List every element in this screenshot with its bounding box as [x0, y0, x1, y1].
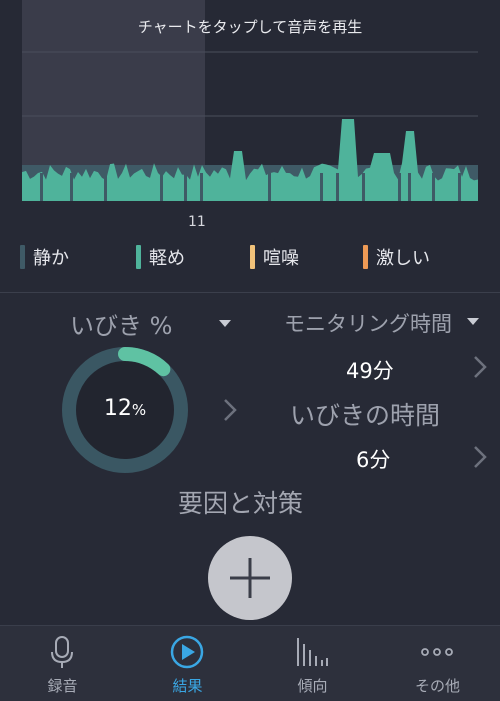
- quiet-gap-bar: [320, 173, 323, 201]
- quiet-gap-bar: [268, 173, 271, 201]
- quiet-gap-bar: [432, 173, 435, 201]
- legend-swatch-light: [136, 245, 141, 269]
- quiet-gap-bar: [408, 173, 411, 201]
- snore-percent-number: 12: [103, 396, 132, 421]
- snore-percent-title[interactable]: いびき %: [70, 306, 172, 341]
- monitoring-time-dropdown-icon[interactable]: [467, 318, 479, 325]
- legend-label-light: 軽め: [149, 248, 185, 269]
- snoring-time-chevron-right-icon[interactable]: [472, 444, 488, 470]
- legend-label-quiet: 静か: [33, 248, 69, 269]
- quiet-gap-bar: [362, 173, 365, 201]
- legend-item-quiet: 静か: [20, 244, 69, 270]
- bar-chart-icon: [297, 638, 328, 666]
- legend-swatch-heavy: [363, 245, 368, 269]
- quiet-gap-bar: [184, 173, 187, 201]
- snoring-time-value: 6分: [356, 448, 391, 472]
- tab-record-label: 録音: [47, 677, 78, 695]
- monitoring-time-value: 49分: [346, 359, 394, 383]
- snoring-time-title: いびきの時間: [290, 401, 441, 430]
- tab-results[interactable]: 結果: [125, 626, 250, 701]
- quiet-gap-bar: [104, 173, 107, 201]
- tab-trends-label: 傾向: [297, 677, 328, 695]
- tab-record[interactable]: 録音: [0, 626, 125, 701]
- sleep-chart-panel[interactable]: チャートをタップして音声を再生 11 静か 軽め 喧噪 激しい: [0, 0, 500, 290]
- snore-percent-value: 12%: [60, 396, 190, 421]
- chart-legend: 静か 軽め 喧噪 激しい: [20, 244, 490, 272]
- remedies-title: 要因と対策: [178, 489, 304, 518]
- legend-item-heavy: 激しい: [363, 244, 430, 270]
- quiet-gap-bar: [40, 173, 43, 201]
- legend-swatch-quiet: [20, 245, 25, 269]
- monitoring-time-title[interactable]: モニタリング時間: [284, 308, 452, 338]
- tab-more-label: その他: [414, 677, 460, 695]
- more-dots-icon: [421, 648, 453, 656]
- snore-percent-chevron-right-icon[interactable]: [222, 397, 238, 423]
- play-circle-icon: [170, 635, 204, 669]
- quiet-gap-bar: [160, 173, 163, 201]
- bottom-tab-bar: 録音 結果 傾向 その他: [0, 625, 500, 701]
- tab-trends[interactable]: 傾向: [250, 626, 375, 701]
- legend-label-heavy: 激しい: [376, 248, 430, 269]
- snore-percent-unit: %: [131, 401, 147, 419]
- plus-icon: [230, 558, 270, 598]
- monitoring-time-chevron-right-icon[interactable]: [472, 354, 488, 380]
- quiet-gap-bar: [70, 173, 73, 201]
- microphone-icon: [51, 636, 73, 668]
- legend-swatch-loud: [250, 245, 255, 269]
- quiet-gap-bar: [398, 173, 401, 201]
- quiet-gap-bar: [458, 173, 461, 201]
- section-divider: [0, 292, 500, 293]
- quiet-gap-bar: [336, 173, 339, 201]
- tab-more[interactable]: その他: [375, 626, 500, 701]
- tab-results-label: 結果: [172, 677, 203, 695]
- legend-item-loud: 喧噪: [250, 244, 299, 270]
- legend-label-loud: 喧噪: [263, 248, 299, 269]
- quiet-gap-bar: [200, 173, 203, 201]
- chart-hint-text: チャートをタップして音声を再生: [137, 18, 363, 36]
- add-remedy-button[interactable]: [208, 536, 292, 620]
- legend-item-light: 軽め: [136, 244, 185, 270]
- chart-hour-label: 11: [188, 214, 206, 230]
- snore-percent-dropdown-icon[interactable]: [219, 320, 231, 327]
